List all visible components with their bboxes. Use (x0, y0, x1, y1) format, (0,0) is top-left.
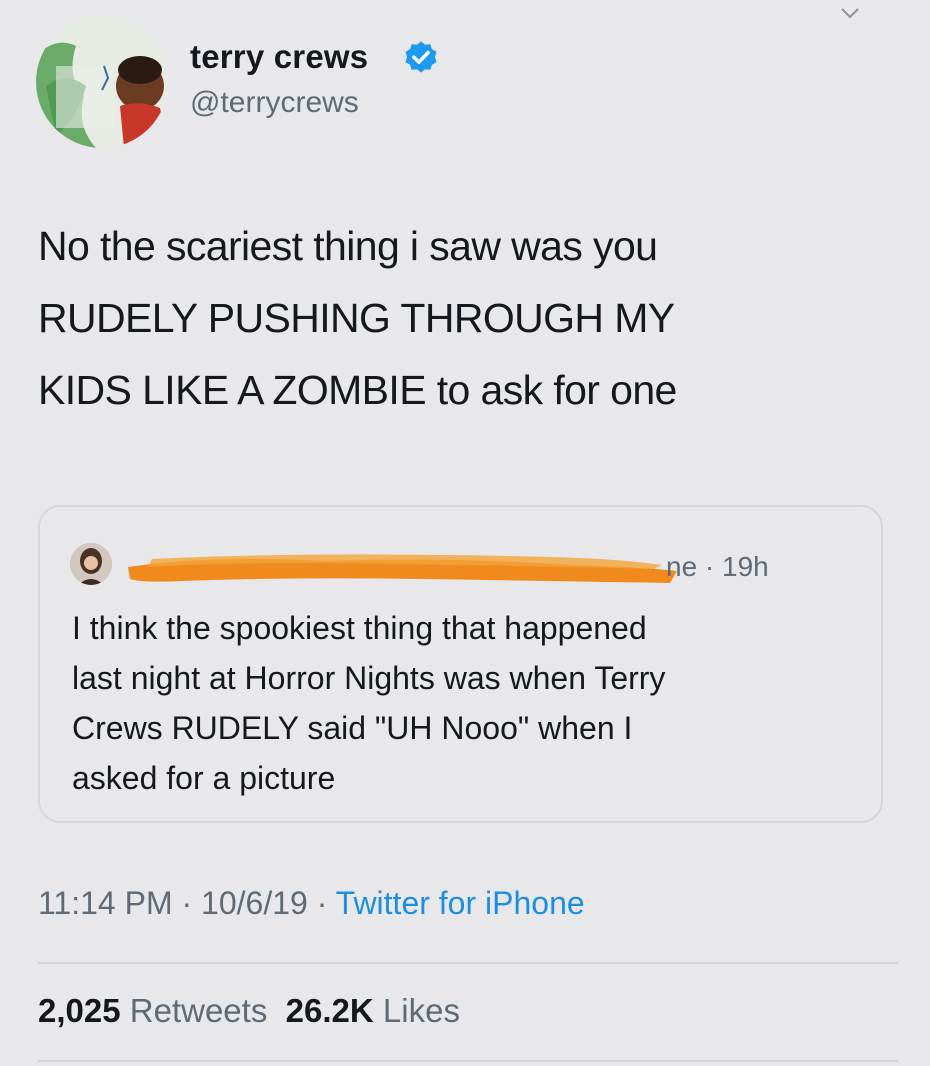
meta-separator: · (307, 885, 336, 921)
quoted-text-line: asked for a picture (72, 760, 336, 796)
tweet-time: 11:14 PM (38, 885, 173, 921)
divider (38, 962, 898, 964)
verified-badge-icon (405, 41, 437, 73)
tweet-text-line: No the scariest thing i saw was you (38, 223, 658, 269)
tweet-date: 10/6/19 (201, 885, 308, 921)
user-name[interactable]: terry crews (190, 38, 368, 76)
avatar-illustration (36, 16, 168, 148)
retweets-count[interactable]: 2,025 (38, 992, 121, 1029)
tweet-meta: 11:14 PM · 10/6/19 · Twitter for iPhone (38, 885, 585, 922)
quoted-tweet-meta: ne · 19h (666, 551, 769, 582)
tweet-stats: 2,025 Retweets 26.2K Likes (38, 992, 460, 1030)
avatar[interactable] (36, 16, 168, 148)
retweets-label[interactable]: Retweets (130, 992, 268, 1029)
tweet-text: No the scariest thing i saw was you RUDE… (38, 210, 878, 426)
likes-count[interactable]: 26.2K (286, 992, 374, 1029)
quoted-avatar (70, 543, 112, 585)
user-handle[interactable]: @terrycrews (190, 86, 359, 120)
tweet-source-link[interactable]: Twitter for iPhone (336, 885, 585, 921)
quoted-text-line: Crews RUDELY said "UH Nooo" when I (72, 710, 633, 746)
quoted-tweet-text: I think the spookiest thing that happene… (72, 603, 852, 803)
quoted-text-line: last night at Horror Nights was when Ter… (72, 660, 666, 696)
redaction-mark (128, 554, 677, 583)
divider (38, 1060, 898, 1062)
likes-label[interactable]: Likes (383, 992, 460, 1029)
chevron-down-icon[interactable] (840, 6, 860, 20)
tweet-text-line: RUDELY PUSHING THROUGH MY (38, 295, 675, 341)
quoted-tweet-card[interactable]: ne · 19h I think the spookiest thing tha… (38, 505, 883, 823)
meta-separator: · (172, 885, 202, 921)
tweet-text-line: KIDS LIKE A ZOMBIE to ask for one (38, 367, 677, 413)
quoted-text-line: I think the spookiest thing that happene… (72, 610, 647, 646)
